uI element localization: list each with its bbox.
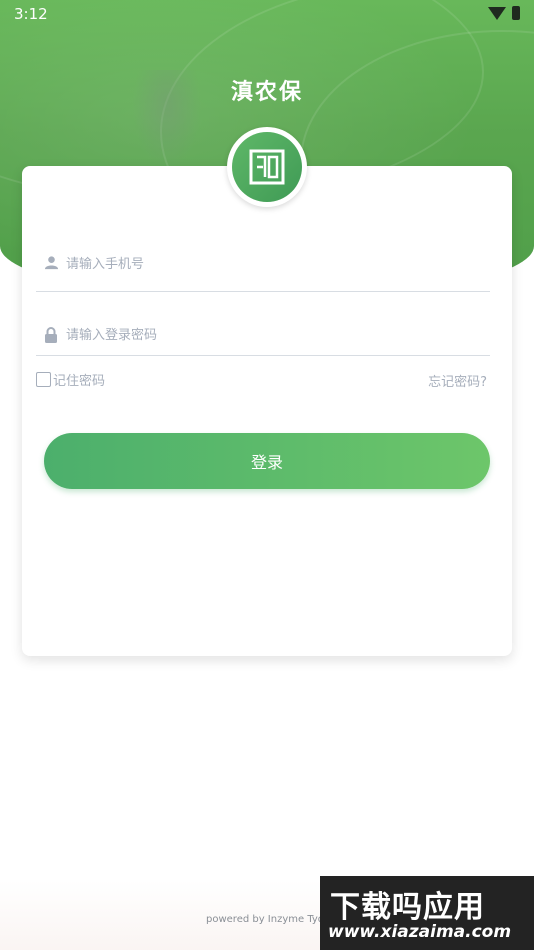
status-time: 3:12 — [14, 5, 48, 23]
logo-icon — [232, 132, 302, 202]
footer-powered-by: powered by Inzyme Tyd — [206, 914, 325, 925]
forgot-password-link[interactable]: 忘记密码? — [428, 371, 487, 390]
lock-icon — [44, 327, 58, 347]
phone-field — [36, 243, 490, 292]
checkbox-icon[interactable] — [36, 372, 51, 387]
status-bar: 3:12 — [0, 0, 534, 28]
watermark-title: 下载吗应用 — [330, 890, 485, 925]
app-logo — [227, 127, 307, 207]
watermark-url: www.xiazaima.com — [328, 922, 512, 942]
battery-icon — [512, 6, 520, 20]
app-title: 滇农保 — [230, 79, 303, 105]
remember-password[interactable]: 记住密码 — [36, 370, 106, 389]
password-field — [36, 315, 490, 356]
phone-input[interactable] — [64, 243, 488, 285]
user-icon — [44, 255, 59, 274]
site-watermark: 下载吗应用 www.xiazaima.com — [320, 876, 534, 950]
wifi-icon — [488, 7, 506, 20]
login-button[interactable]: 登录 — [44, 433, 490, 489]
remember-label: 记住密码 — [53, 374, 106, 389]
password-input[interactable] — [64, 315, 488, 355]
login-card — [22, 166, 512, 656]
